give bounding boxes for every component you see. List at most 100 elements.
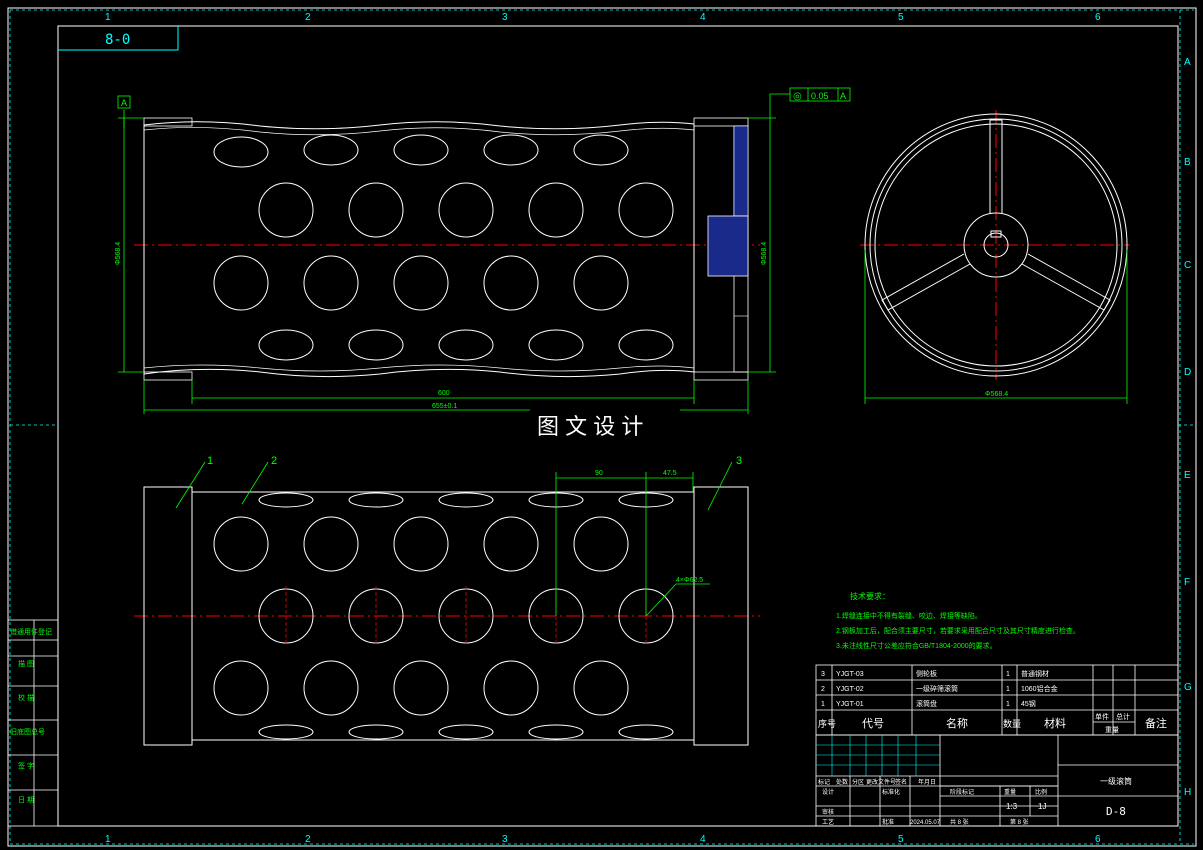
- bom-hdr-remark: 备注: [1145, 716, 1167, 730]
- strip-label: 借通用件登记: [10, 627, 52, 636]
- drum-body: [143, 121, 695, 378]
- dim-diameter-left: Φ568.4: [115, 242, 122, 265]
- zone-letter: B: [1184, 157, 1191, 168]
- tb-part-name: 一级滚筒: [1100, 776, 1132, 786]
- strip-label: 签 字: [18, 761, 34, 770]
- zone-num: 4: [700, 12, 706, 23]
- strip-label: 校 描: [18, 693, 34, 702]
- tb-scale-hdr: 比例: [1035, 788, 1047, 796]
- tol-symbol: ◎: [793, 91, 802, 102]
- zone-num: 5: [898, 834, 904, 845]
- tb-review: 审核: [822, 808, 834, 816]
- dim-offset: 47.5: [663, 470, 677, 477]
- zone-num: 4: [700, 834, 706, 845]
- bom-hdr-code: 代号: [862, 717, 884, 730]
- dim-pitch: 90: [595, 470, 603, 477]
- tb-scale: 1:3: [1006, 802, 1018, 811]
- tb-designer: 设计: [822, 788, 834, 796]
- side-view: Φ568.4: [860, 110, 1130, 404]
- zone-letter: A: [1184, 57, 1191, 68]
- code-box-text: 8-0: [105, 32, 130, 48]
- bom-material: 45钢: [1021, 699, 1036, 708]
- strip-label: 描 图: [18, 659, 34, 668]
- zone-num: 6: [1095, 12, 1101, 23]
- balloon-2: 2: [271, 455, 277, 467]
- title-block: 标记 处数 分区 更改文件号 签名 年月日 设计 标准化 阶段标记 重量 比例 …: [815, 734, 1179, 827]
- notes-title: 技术要求：: [850, 591, 890, 601]
- notes-line: 2.钢板加工后，配合须主要尺寸，若要求采用配合尺寸及其尺寸精度进行检查。: [836, 626, 1080, 635]
- zone-letter: E: [1184, 470, 1191, 481]
- bom-name: 侧轮板: [916, 669, 937, 678]
- bom-hdr-name: 名称: [946, 716, 968, 730]
- bom-code: YJGT-01: [836, 701, 864, 708]
- zone-letter: C: [1184, 260, 1191, 271]
- zone-num: 5: [898, 12, 904, 23]
- tb-signature: 签名: [895, 778, 907, 786]
- tb-change-doc: 更改文件号: [866, 778, 896, 786]
- bom-hdr-qty: 数量: [1003, 718, 1021, 729]
- bom-code: YJGT-03: [836, 671, 864, 678]
- bom-name: 滚筒盘: [916, 699, 937, 708]
- zone-letter: D: [1184, 367, 1191, 378]
- tech-notes: 技术要求： 1.焊缝连接中不得有裂缝、咬边、焊接等缺陷。 2.钢板加工后，配合须…: [836, 591, 1080, 650]
- tb-standardize: 标准化: [882, 788, 900, 796]
- tb-date: 2024.05.07: [910, 820, 941, 826]
- tb-approve: 批准: [882, 818, 894, 826]
- tol-value: 0.05: [811, 91, 829, 101]
- bom-material: 1060铝合金: [1021, 684, 1058, 693]
- tb-mark: 标记: [818, 778, 830, 786]
- bom-table: 3 YJGT-03 侧轮板 1 普通钢材 2 YJGT-02 一级碎筛滚筒 1 …: [815, 664, 1179, 736]
- zone-numbers-top: 1 2 3 4 5 6: [105, 12, 1101, 23]
- bom-hdr-no: 序号: [818, 718, 836, 729]
- bom-name: 一级碎筛滚筒: [916, 684, 958, 693]
- bom-hdr-single: 单件: [1095, 712, 1109, 721]
- zone-num: 3: [502, 834, 508, 845]
- zone-letter: H: [1184, 787, 1191, 798]
- tb-weight-hdr: 重量: [1004, 788, 1016, 796]
- zone-num: 1: [105, 834, 111, 845]
- bom-qty: 1: [1006, 701, 1010, 708]
- tb-stage: 阶段标记: [950, 788, 974, 796]
- tb-process: 工艺: [822, 818, 834, 826]
- tb-weight: 1J: [1038, 802, 1046, 811]
- strip-label: 日 期: [18, 796, 34, 804]
- bom-no: 1: [821, 701, 825, 708]
- balloon-1: 1: [207, 455, 213, 467]
- zone-letter: F: [1184, 577, 1190, 588]
- bom-hdr-total: 总计: [1116, 712, 1130, 721]
- zone-numbers-bottom: 1 2 3 4 5 6: [105, 834, 1101, 845]
- tb-count: 处数: [836, 778, 848, 786]
- dim-diameter-right: Φ568.4: [761, 242, 768, 265]
- bom-no: 3: [821, 671, 825, 678]
- bom-no: 2: [821, 686, 825, 693]
- zone-letter: G: [1184, 682, 1192, 693]
- left-strip: 借通用件登记 描 图 校 描 旧底图总号 签 字 日 期: [7, 619, 59, 827]
- tb-zone: 分区: [852, 778, 864, 786]
- tb-drawing-no: D-8: [1106, 805, 1126, 818]
- front-view: A ◎ 0.05 A 600 655±0.1 Φ568.4 Φ568.4: [115, 87, 851, 414]
- zone-num: 2: [305, 834, 311, 845]
- zone-num: 6: [1095, 834, 1101, 845]
- notes-line: 1.焊缝连接中不得有裂缝、咬边、焊接等缺陷。: [836, 611, 982, 620]
- tb-sheet-no: 第 8 张: [1010, 818, 1029, 826]
- tol-datum: A: [840, 91, 846, 101]
- tb-sheet-of: 共 8 张: [950, 818, 969, 826]
- datum-label: A: [121, 98, 127, 108]
- top-view: 90 47.5 4×Φ62.5 1 2 3: [134, 455, 760, 746]
- bom-code: YJGT-02: [836, 686, 864, 693]
- bom-hdr-material: 材料: [1044, 716, 1066, 730]
- dim-length-inner: 600: [438, 390, 450, 397]
- dim-diameter-side: Φ568.4: [985, 391, 1008, 398]
- strip-label: 旧底图总号: [10, 727, 45, 736]
- bom-material: 普通钢材: [1021, 669, 1049, 678]
- tolerance-frame: ◎ 0.05 A: [789, 87, 851, 102]
- watermark: 图 文 设 计: [537, 414, 643, 439]
- zone-num: 3: [502, 12, 508, 23]
- zone-num: 2: [305, 12, 311, 23]
- zone-num: 1: [105, 12, 111, 23]
- dim-hole: 4×Φ62.5: [676, 577, 703, 584]
- zone-letters-right: A B C D E F G H: [1184, 57, 1192, 798]
- notes-line: 3.未注线性尺寸公差应符合GB/T1804-2000的要求。: [836, 641, 997, 650]
- tb-date-hdr: 年月日: [918, 778, 936, 786]
- bom-qty: 1: [1006, 671, 1010, 678]
